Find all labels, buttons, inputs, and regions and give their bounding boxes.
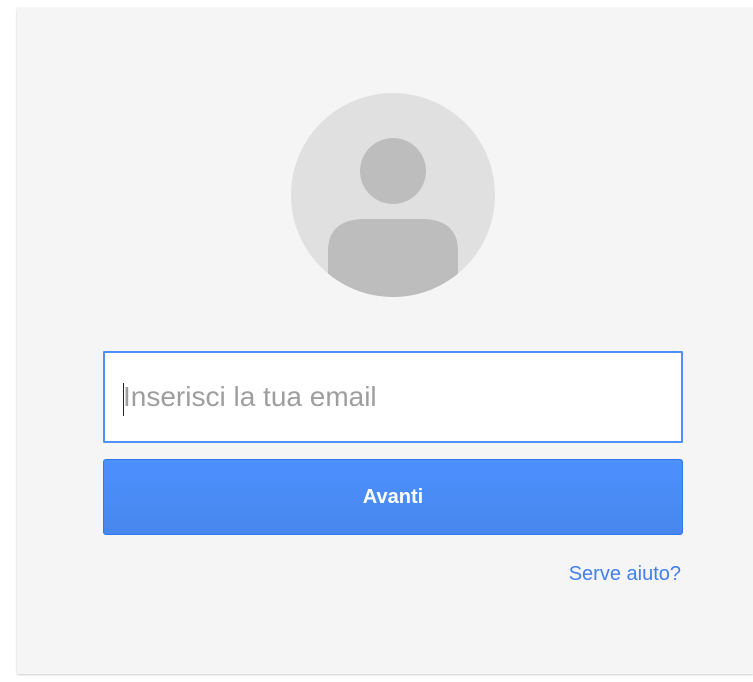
- email-input[interactable]: [105, 353, 681, 441]
- email-field[interactable]: [103, 351, 683, 443]
- text-cursor: [123, 383, 124, 416]
- next-button[interactable]: Avanti: [103, 459, 683, 535]
- help-link[interactable]: Serve aiuto?: [569, 563, 681, 586]
- default-user-icon: [291, 93, 495, 297]
- login-card: Avanti Serve aiuto?: [17, 8, 753, 674]
- avatar-silhouette: [328, 138, 458, 297]
